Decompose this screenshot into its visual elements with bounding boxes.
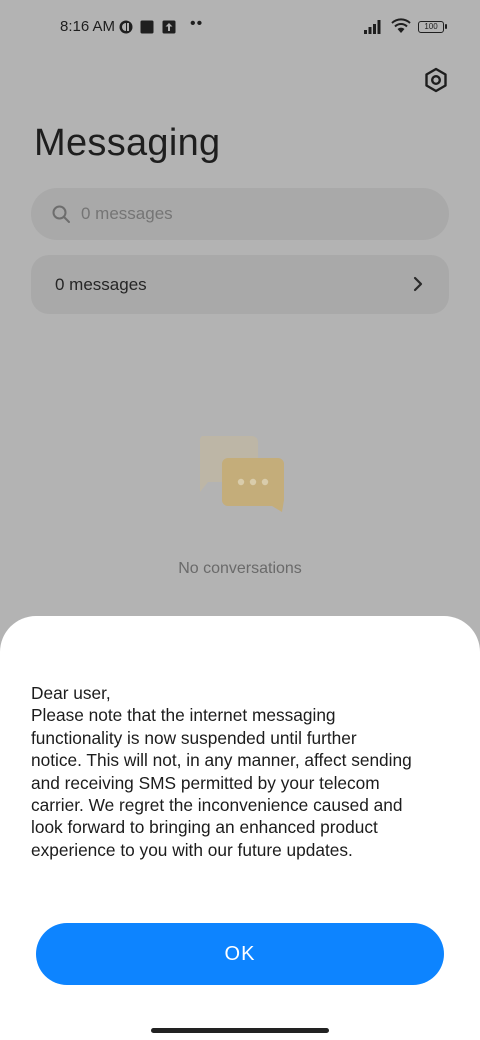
messages-row-label: 0 messages [55,275,147,294]
signal-icon [364,20,381,34]
status-time: 8:16 AM [60,18,116,35]
chevron-right-icon [413,276,423,292]
ok-button[interactable]: OK [36,923,444,985]
dialog-line: look forward to bringing an enhanced pro… [31,817,378,838]
chat-bubbles-icon [199,436,284,512]
upload-icon [162,20,176,34]
dialog-line: Please note that the internet messaging [31,705,336,726]
battery-icon: 100 [418,21,447,33]
square-notification-icon [140,20,154,34]
wifi-icon [391,18,411,33]
dialog-line: Dear user, [31,683,111,703]
screen: 8:16 AM •• 100 Messaging 0 messages 0 me… [0,0,480,1040]
page-title: Messaging [34,122,221,164]
search-placeholder: 0 messages [81,204,173,223]
search-bar[interactable]: 0 messages [31,188,449,240]
dialog-line: and receiving SMS permitted by your tele… [31,772,380,793]
dialog-line: notice. This will not, in any manner, af… [31,750,412,771]
dialog-line: experience to you with our future update… [31,839,353,860]
settings-icon[interactable] [422,66,450,94]
status-bar: 8:16 AM •• 100 [0,0,480,56]
app-notification-icon [119,20,133,34]
more-dots-icon: •• [190,15,204,32]
messages-row[interactable]: 0 messages [31,255,449,314]
empty-state-text: No conversations [178,560,302,577]
dialog-line: functionality is now suspended until fur… [31,727,357,748]
home-indicator[interactable] [151,1028,329,1033]
dialog-line: carrier. We regret the inconvenience cau… [31,795,403,816]
search-icon [52,205,70,223]
dialog-message: Dear user, Please note that the internet… [31,682,467,861]
notice-dialog: Dear user, Please note that the internet… [0,616,480,1040]
